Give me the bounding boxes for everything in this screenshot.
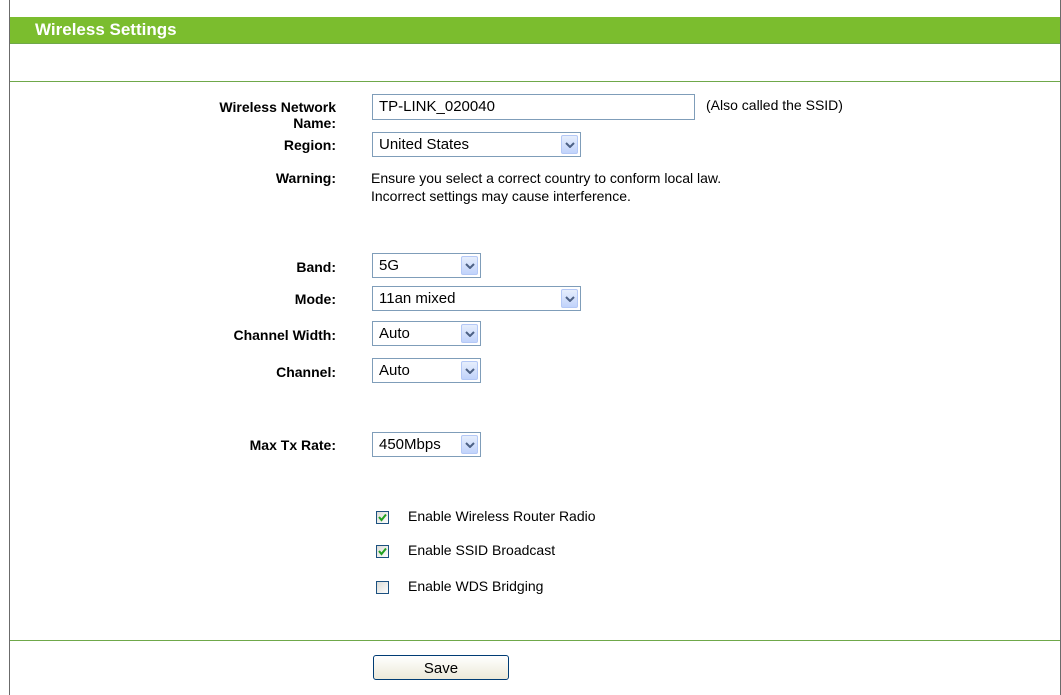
- max-tx-rate-value: 450Mbps: [379, 436, 441, 453]
- warning-line-1: Ensure you select a correct country to c…: [371, 170, 722, 186]
- enable-ssid-broadcast-label[interactable]: Enable SSID Broadcast: [408, 542, 555, 558]
- channel-label: Channel:: [276, 364, 336, 380]
- ssid-hint: (Also called the SSID): [706, 97, 843, 113]
- mode-select[interactable]: 11an mixed: [372, 286, 581, 311]
- channel-value: Auto: [379, 362, 410, 379]
- enable-wireless-radio-checkbox[interactable]: [376, 511, 389, 524]
- chevron-down-icon: [461, 256, 478, 275]
- network-name-label: Wireless Network Name:: [219, 99, 336, 131]
- bottom-divider: [10, 640, 1060, 641]
- mode-label: Mode:: [294, 291, 336, 307]
- save-button[interactable]: Save: [373, 655, 509, 680]
- band-label: Band:: [296, 259, 336, 275]
- chevron-down-icon: [461, 361, 478, 380]
- enable-ssid-broadcast-checkbox[interactable]: [376, 545, 389, 558]
- page-title: Wireless Settings: [10, 17, 1060, 43]
- enable-wds-bridging-checkbox[interactable]: [376, 581, 389, 594]
- max-tx-rate-label: Max Tx Rate:: [249, 437, 336, 453]
- chevron-down-icon: [561, 289, 578, 308]
- header-divider: [10, 43, 1060, 44]
- channel-width-label: Channel Width:: [233, 327, 336, 343]
- warning-line-2: Incorrect settings may cause interferenc…: [371, 188, 631, 204]
- checkmark-icon: [378, 547, 387, 556]
- enable-wireless-radio-label[interactable]: Enable Wireless Router Radio: [408, 508, 596, 524]
- band-value: 5G: [379, 257, 400, 274]
- channel-width-select[interactable]: Auto: [372, 321, 481, 346]
- chevron-down-icon: [561, 135, 578, 154]
- region-label: Region:: [283, 137, 336, 153]
- enable-wds-bridging-label[interactable]: Enable WDS Bridging: [408, 578, 543, 594]
- mode-value: 11an mixed: [379, 290, 456, 307]
- band-select[interactable]: 5G: [372, 253, 481, 278]
- region-value: United States: [379, 136, 470, 153]
- ssid-input[interactable]: TP-LINK_020040: [372, 94, 695, 120]
- top-divider: [10, 81, 1060, 82]
- max-tx-rate-select[interactable]: 450Mbps: [372, 432, 481, 457]
- chevron-down-icon: [461, 324, 478, 343]
- warning-label: Warning:: [275, 170, 336, 186]
- region-select[interactable]: United States: [372, 132, 581, 157]
- checkmark-icon: [378, 513, 387, 522]
- chevron-down-icon: [461, 435, 478, 454]
- channel-select[interactable]: Auto: [372, 358, 481, 383]
- channel-width-value: Auto: [379, 325, 410, 342]
